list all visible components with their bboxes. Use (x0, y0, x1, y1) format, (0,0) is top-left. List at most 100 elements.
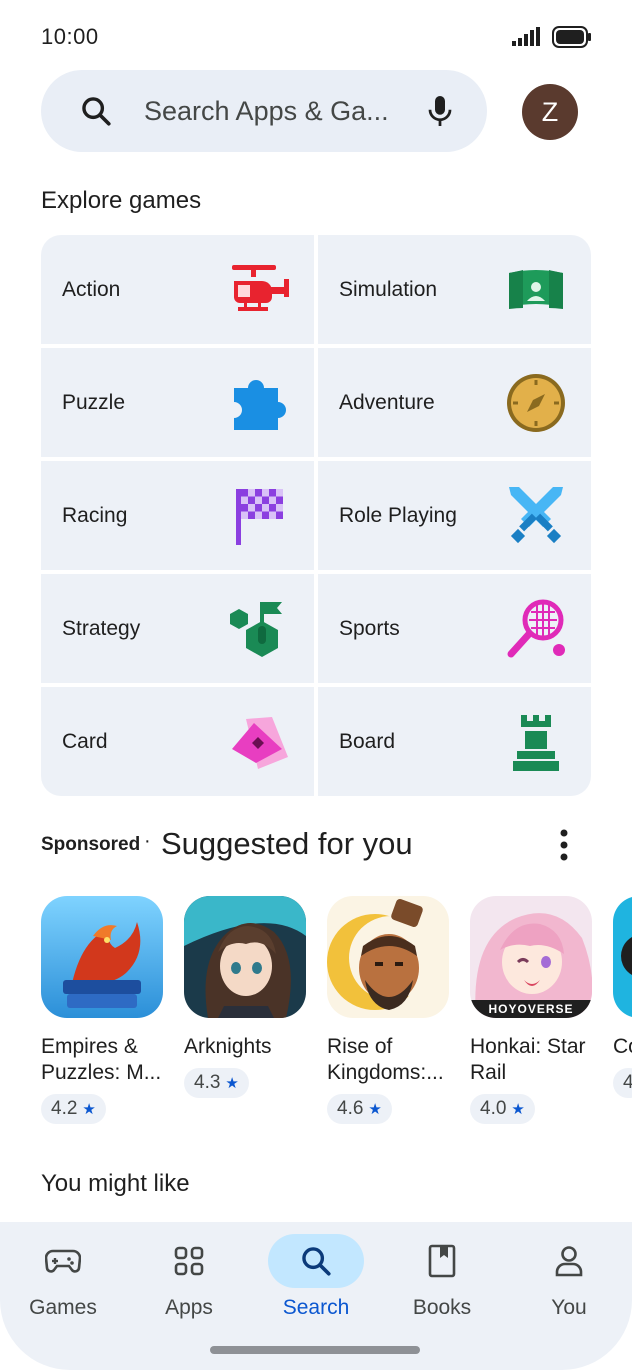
nav-item-books[interactable]: Books (379, 1222, 505, 1342)
category-tile-racing[interactable]: Racing (41, 461, 314, 570)
apps-grid-icon (174, 1246, 204, 1276)
checkered-flag-icon (236, 489, 283, 545)
category-tile-simulation[interactable]: Simulation (318, 235, 591, 344)
nav-icon-container (268, 1234, 364, 1288)
signal-icon (512, 27, 540, 46)
strategy-flag-icon (230, 602, 282, 657)
book-icon (428, 1244, 456, 1278)
search-bar[interactable]: Search Apps & Ga... (41, 70, 487, 152)
hoyoverse-caption: HOYOVERSE (488, 1002, 574, 1016)
battery-icon (552, 26, 591, 48)
you-might-like-title: You might like (41, 1170, 190, 1197)
nav-icon-container (394, 1234, 490, 1288)
nav-icon-container (521, 1234, 617, 1288)
category-tile-puzzle[interactable]: Puzzle (41, 348, 314, 457)
category-label: Action (62, 277, 121, 301)
search-input[interactable]: Search Apps & Ga... (144, 96, 399, 127)
rating-badge: 4.2 ★ (41, 1094, 106, 1124)
category-label: Role Playing (339, 503, 457, 527)
star-icon: ★ (511, 1101, 525, 1118)
rating-value: 4.2 (51, 1098, 78, 1119)
helicopter-icon (232, 265, 289, 311)
empires-puzzles-app-icon (41, 896, 163, 1018)
nav-label: Games (29, 1296, 97, 1319)
rating-badge: 4 (613, 1068, 632, 1098)
category-label: Puzzle (62, 390, 126, 414)
rating-value: 4.3 (194, 1072, 221, 1093)
nav-item-apps[interactable]: Apps (126, 1222, 252, 1342)
rating-value: 4.6 (337, 1098, 364, 1119)
separator-dot: · (144, 830, 151, 852)
rating-badge: 4.3 ★ (184, 1068, 249, 1098)
rating-value: 4 (623, 1072, 632, 1093)
category-label: Card (62, 729, 108, 753)
explore-games-title: Explore games (41, 187, 202, 214)
more-options-icon[interactable] (556, 828, 572, 862)
status-icons (512, 26, 592, 48)
nav-item-you[interactable]: You (506, 1222, 632, 1342)
suggested-apps-row: Empires & Puzzles: M... 4.2 ★ Arknights 4… (41, 896, 632, 1136)
nav-label: Search (282, 1296, 350, 1319)
puzzle-piece-icon (234, 380, 286, 430)
nav-label: You (551, 1296, 587, 1319)
stage-icon (509, 270, 563, 309)
search-row: Search Apps & Ga... Z (41, 70, 591, 154)
category-grid: Action Simulation Puzzle Adventure Racin… (41, 235, 591, 796)
category-label: Strategy (62, 616, 141, 640)
crossed-swords-icon (509, 487, 563, 544)
search-icon (302, 1247, 331, 1276)
compass-icon (507, 374, 565, 432)
category-label: Simulation (339, 277, 438, 301)
app-name: Rise of Kingdoms:... (327, 1035, 444, 1084)
category-label: Board (339, 729, 396, 753)
suggested-header: Sponsored · Suggested for you (41, 826, 591, 866)
app-card-honkai-star-rail[interactable]: HOYOVERSE Honkai: Star Rail 4.0 ★ (470, 896, 592, 1124)
chess-rook-icon (513, 715, 559, 771)
app-name: Empires & Puzzles: M... (41, 1035, 162, 1084)
nav-item-games[interactable]: Games (0, 1222, 126, 1342)
microphone-icon[interactable] (425, 93, 455, 129)
person-icon (555, 1246, 583, 1277)
cards-icon (232, 717, 288, 769)
rise-of-kingdoms-app-icon (327, 896, 449, 1018)
app-name: Co (613, 1035, 632, 1058)
app-card-rise-of-kingdoms[interactable]: Rise of Kingdoms:... 4.6 ★ (327, 896, 449, 1124)
category-label: Racing (62, 503, 128, 527)
gamepad-icon (45, 1249, 81, 1273)
section-title: Suggested for you (161, 826, 413, 861)
category-tile-adventure[interactable]: Adventure (318, 348, 591, 457)
star-icon: ★ (368, 1101, 382, 1118)
rating-badge: 4.0 ★ (470, 1094, 535, 1124)
star-icon: ★ (225, 1075, 239, 1092)
category-tile-role-playing[interactable]: Role Playing (318, 461, 591, 570)
nav-icon-container (15, 1234, 111, 1288)
avatar[interactable]: Z (522, 84, 578, 140)
search-icon (82, 97, 111, 126)
app-name: Honkai: Star Rail (470, 1035, 586, 1084)
category-tile-action[interactable]: Action (41, 235, 314, 344)
category-tile-strategy[interactable]: Strategy (41, 574, 314, 683)
app-card-partial[interactable]: Co 4 (613, 896, 632, 1098)
rating-badge: 4.6 ★ (327, 1094, 392, 1124)
home-indicator[interactable] (210, 1346, 420, 1354)
rating-value: 4.0 (480, 1098, 507, 1119)
nav-label: Books (412, 1296, 472, 1319)
app-card-empires-puzzles[interactable]: Empires & Puzzles: M... 4.2 ★ (41, 896, 163, 1124)
app-card-arknights[interactable]: Arknights 4.3 ★ (184, 896, 306, 1098)
category-tile-card[interactable]: Card (41, 687, 314, 796)
tennis-racket-icon (507, 599, 565, 658)
arknights-app-icon (184, 896, 306, 1018)
nav-icon-container (141, 1234, 237, 1288)
app-name: Arknights (184, 1035, 272, 1058)
nav-item-search[interactable]: Search (253, 1222, 379, 1342)
partial-app-icon (613, 896, 632, 1018)
star-icon: ★ (82, 1101, 96, 1118)
status-time: 10:00 (41, 24, 99, 49)
category-label: Adventure (339, 390, 435, 414)
category-tile-board[interactable]: Board (318, 687, 591, 796)
sponsored-label: Sponsored (41, 834, 141, 855)
category-label: Sports (339, 616, 400, 640)
honkai-star-rail-app-icon: HOYOVERSE (470, 896, 592, 1018)
status-bar: 10:00 (0, 0, 632, 72)
category-tile-sports[interactable]: Sports (318, 574, 591, 683)
